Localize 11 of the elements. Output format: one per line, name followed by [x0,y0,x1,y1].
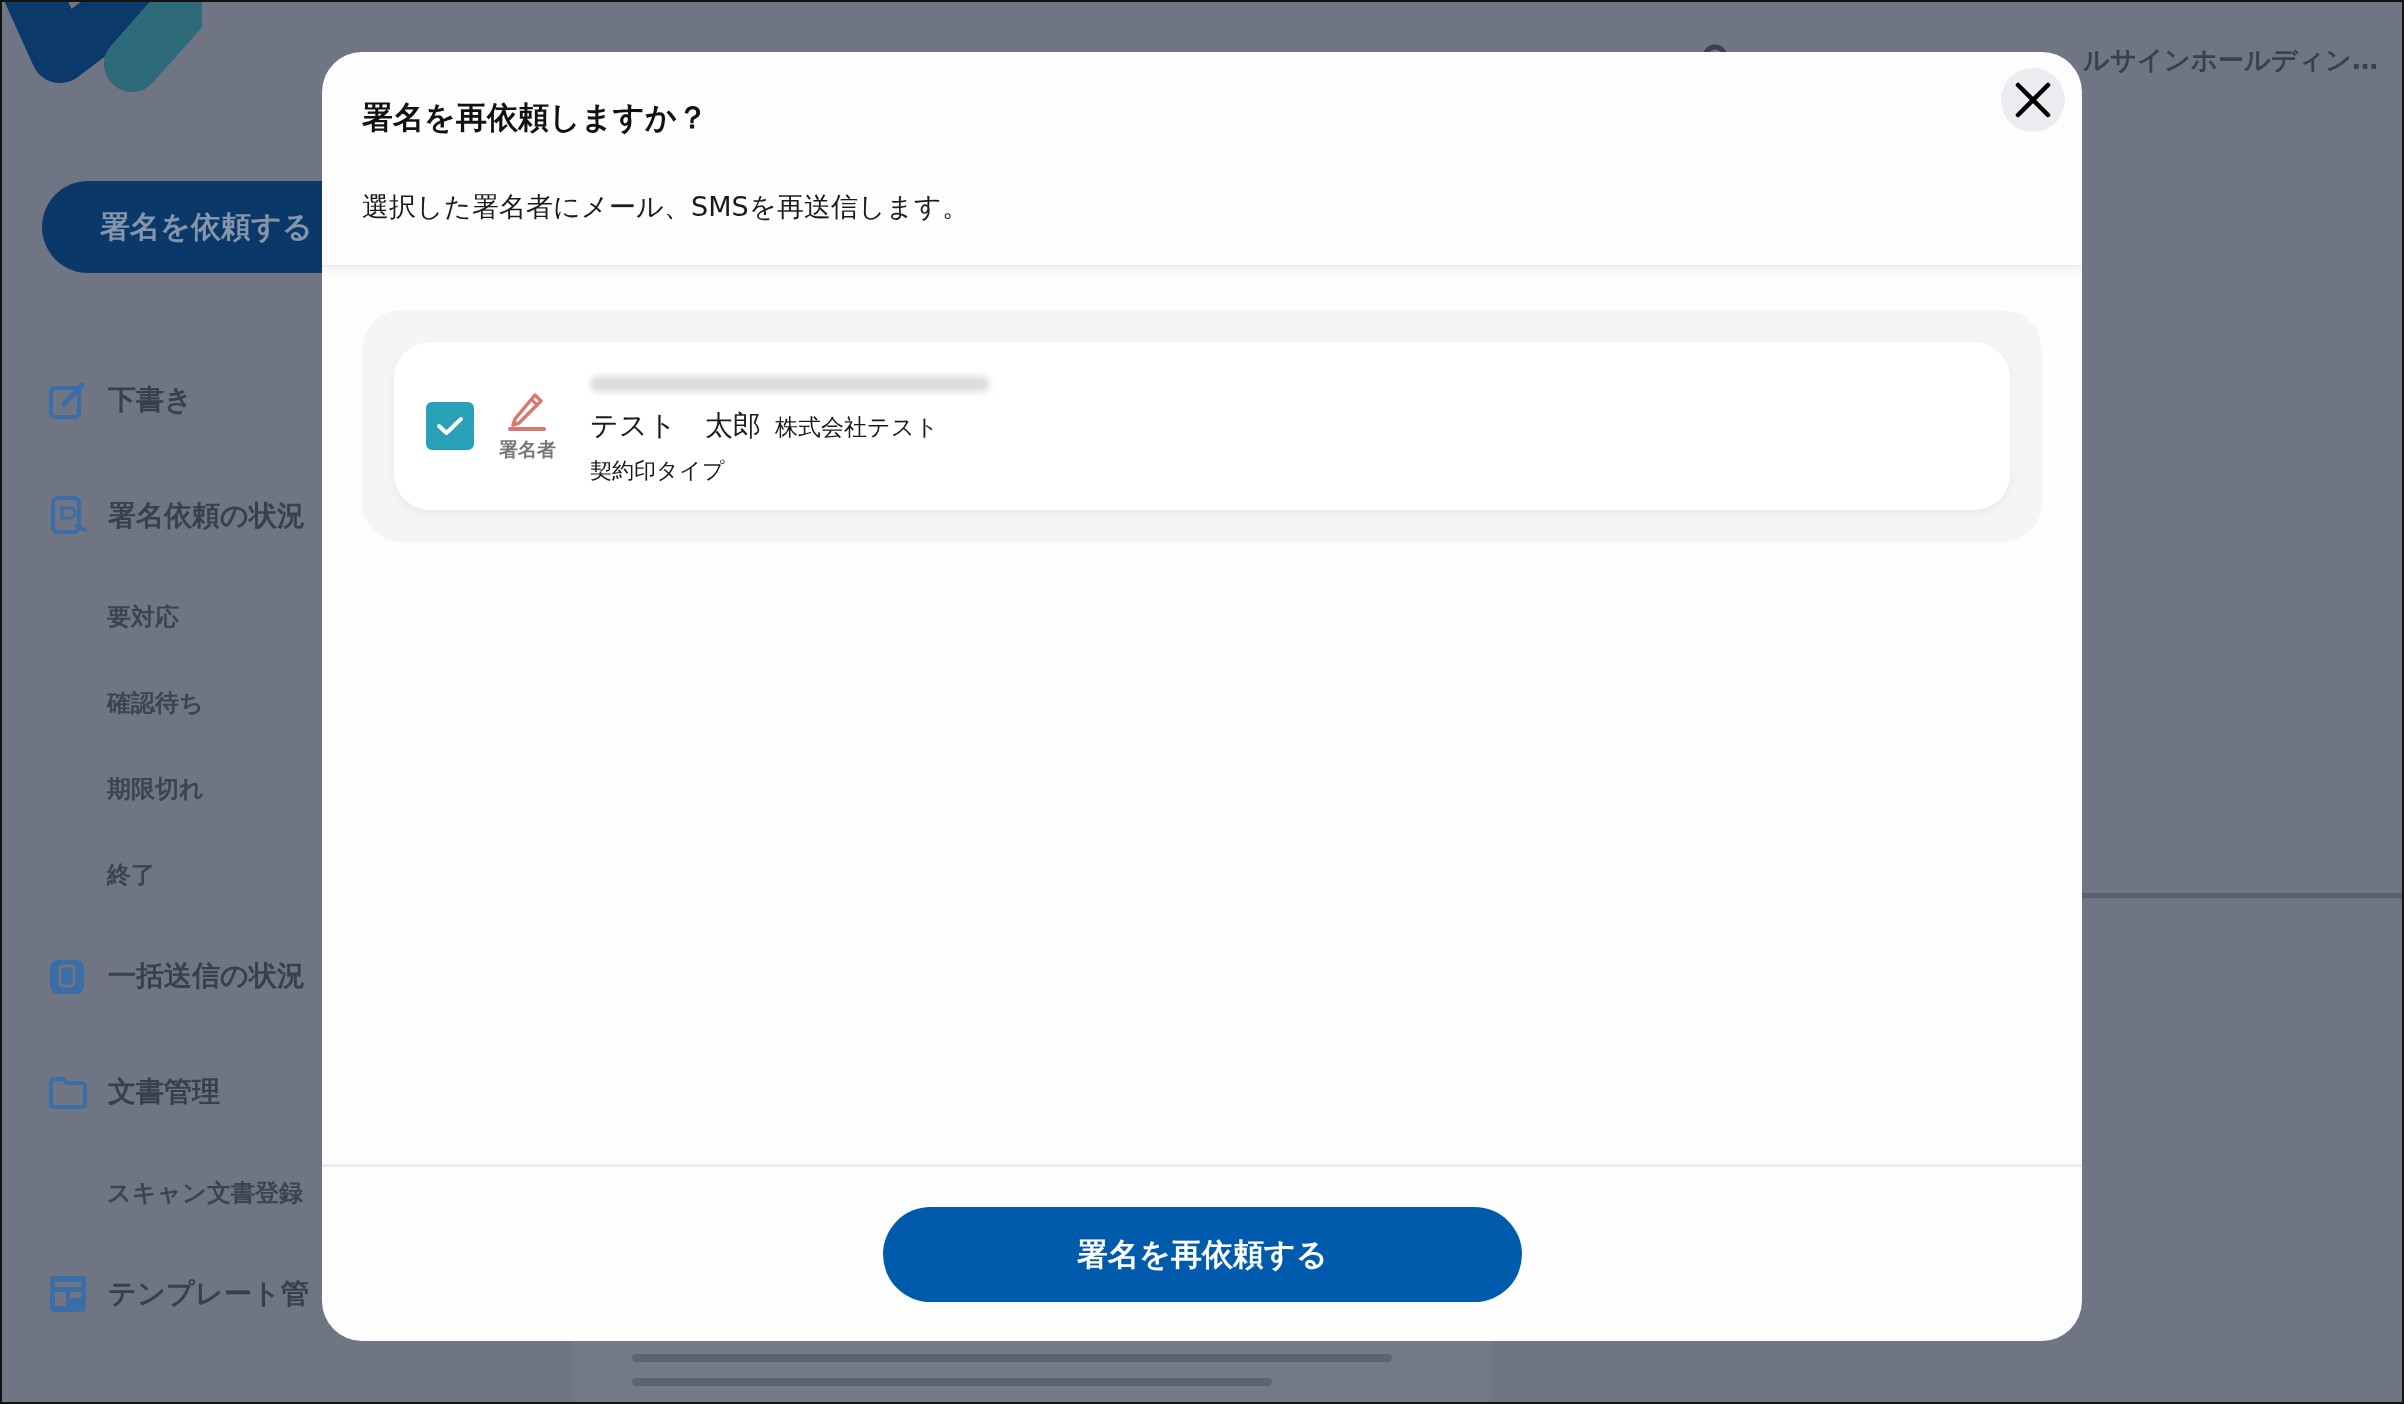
dialog-title: 署名を再依頼しますか？ [362,98,708,137]
check-icon [436,415,464,437]
signer-role: 署名者 [498,437,556,462]
document-icon [48,496,88,536]
signer-name: テスト 太郎 [590,408,761,444]
signer-checkbox[interactable] [426,402,474,450]
signer-company: 株式会社テスト [775,413,939,442]
seal-type: 契約印タイプ [590,457,725,485]
resend-request-button[interactable]: 署名を再依頼する [882,1207,1522,1302]
close-icon [2015,82,2051,118]
template-icon [48,1274,88,1314]
